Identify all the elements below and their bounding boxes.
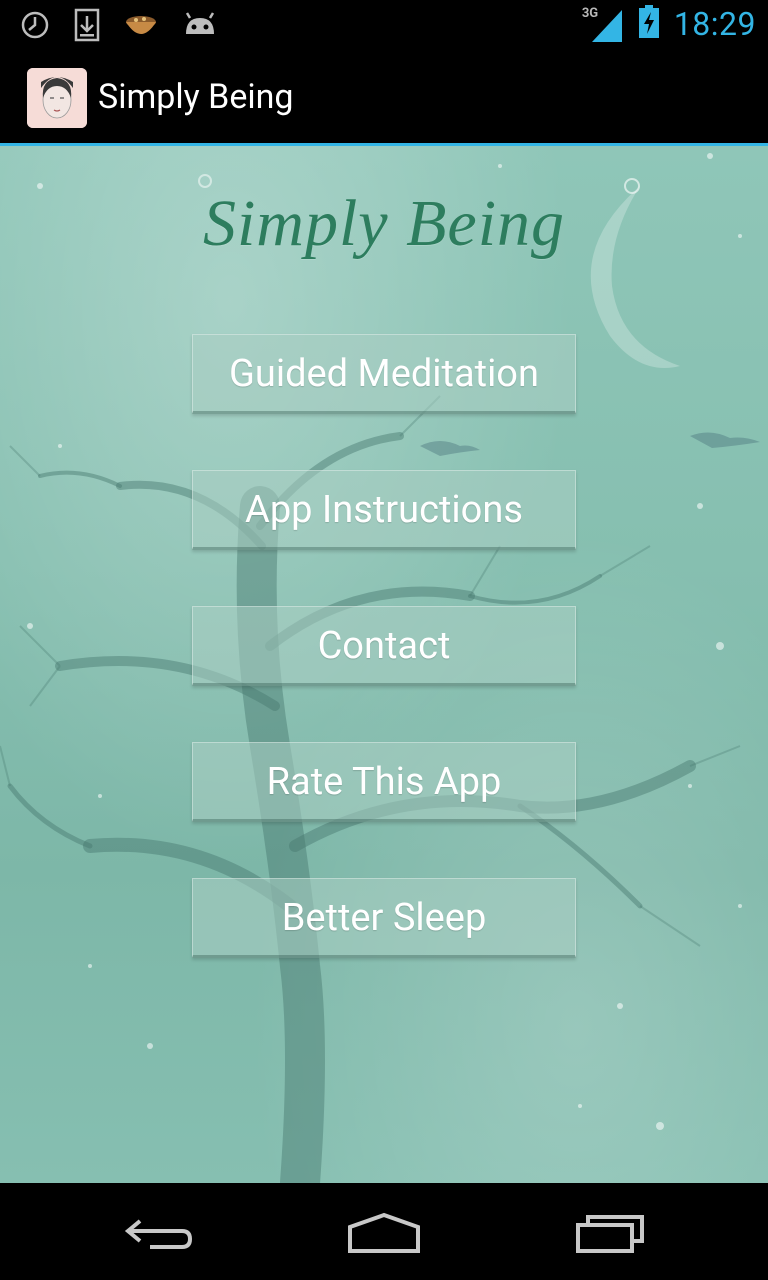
notification-icons: [20, 8, 218, 46]
guided-meditation-button[interactable]: Guided Meditation: [192, 334, 576, 414]
action-bar: Simply Being: [0, 50, 768, 146]
home-icon[interactable]: [344, 1211, 424, 1255]
clock-icon: [20, 10, 50, 44]
navigation-bar: [0, 1183, 768, 1280]
status-time: 18:29: [673, 5, 756, 43]
battery-icon: [638, 5, 660, 43]
download-icon: [74, 8, 100, 46]
app-title: Simply Being: [98, 77, 294, 117]
better-sleep-button[interactable]: Better Sleep: [192, 878, 576, 958]
system-status: 3G 18:29: [582, 4, 756, 44]
android-icon: [182, 12, 218, 42]
main-content: Simply Being Guided Meditation App Instr…: [0, 146, 768, 1183]
main-menu: Guided Meditation App Instructions Conta…: [192, 334, 576, 1014]
back-icon[interactable]: [120, 1211, 200, 1255]
logo-heading: Simply Being: [202, 187, 566, 260]
recents-icon[interactable]: [572, 1211, 652, 1255]
app-logo-icon[interactable]: [27, 68, 87, 128]
contact-button[interactable]: Contact: [192, 606, 576, 686]
app-instructions-button[interactable]: App Instructions: [192, 470, 576, 550]
rate-this-app-button[interactable]: Rate This App: [192, 742, 576, 822]
status-bar: 3G 18:29: [0, 0, 768, 50]
signal-icon: 3G: [582, 4, 624, 44]
bowl-icon: [124, 12, 158, 42]
